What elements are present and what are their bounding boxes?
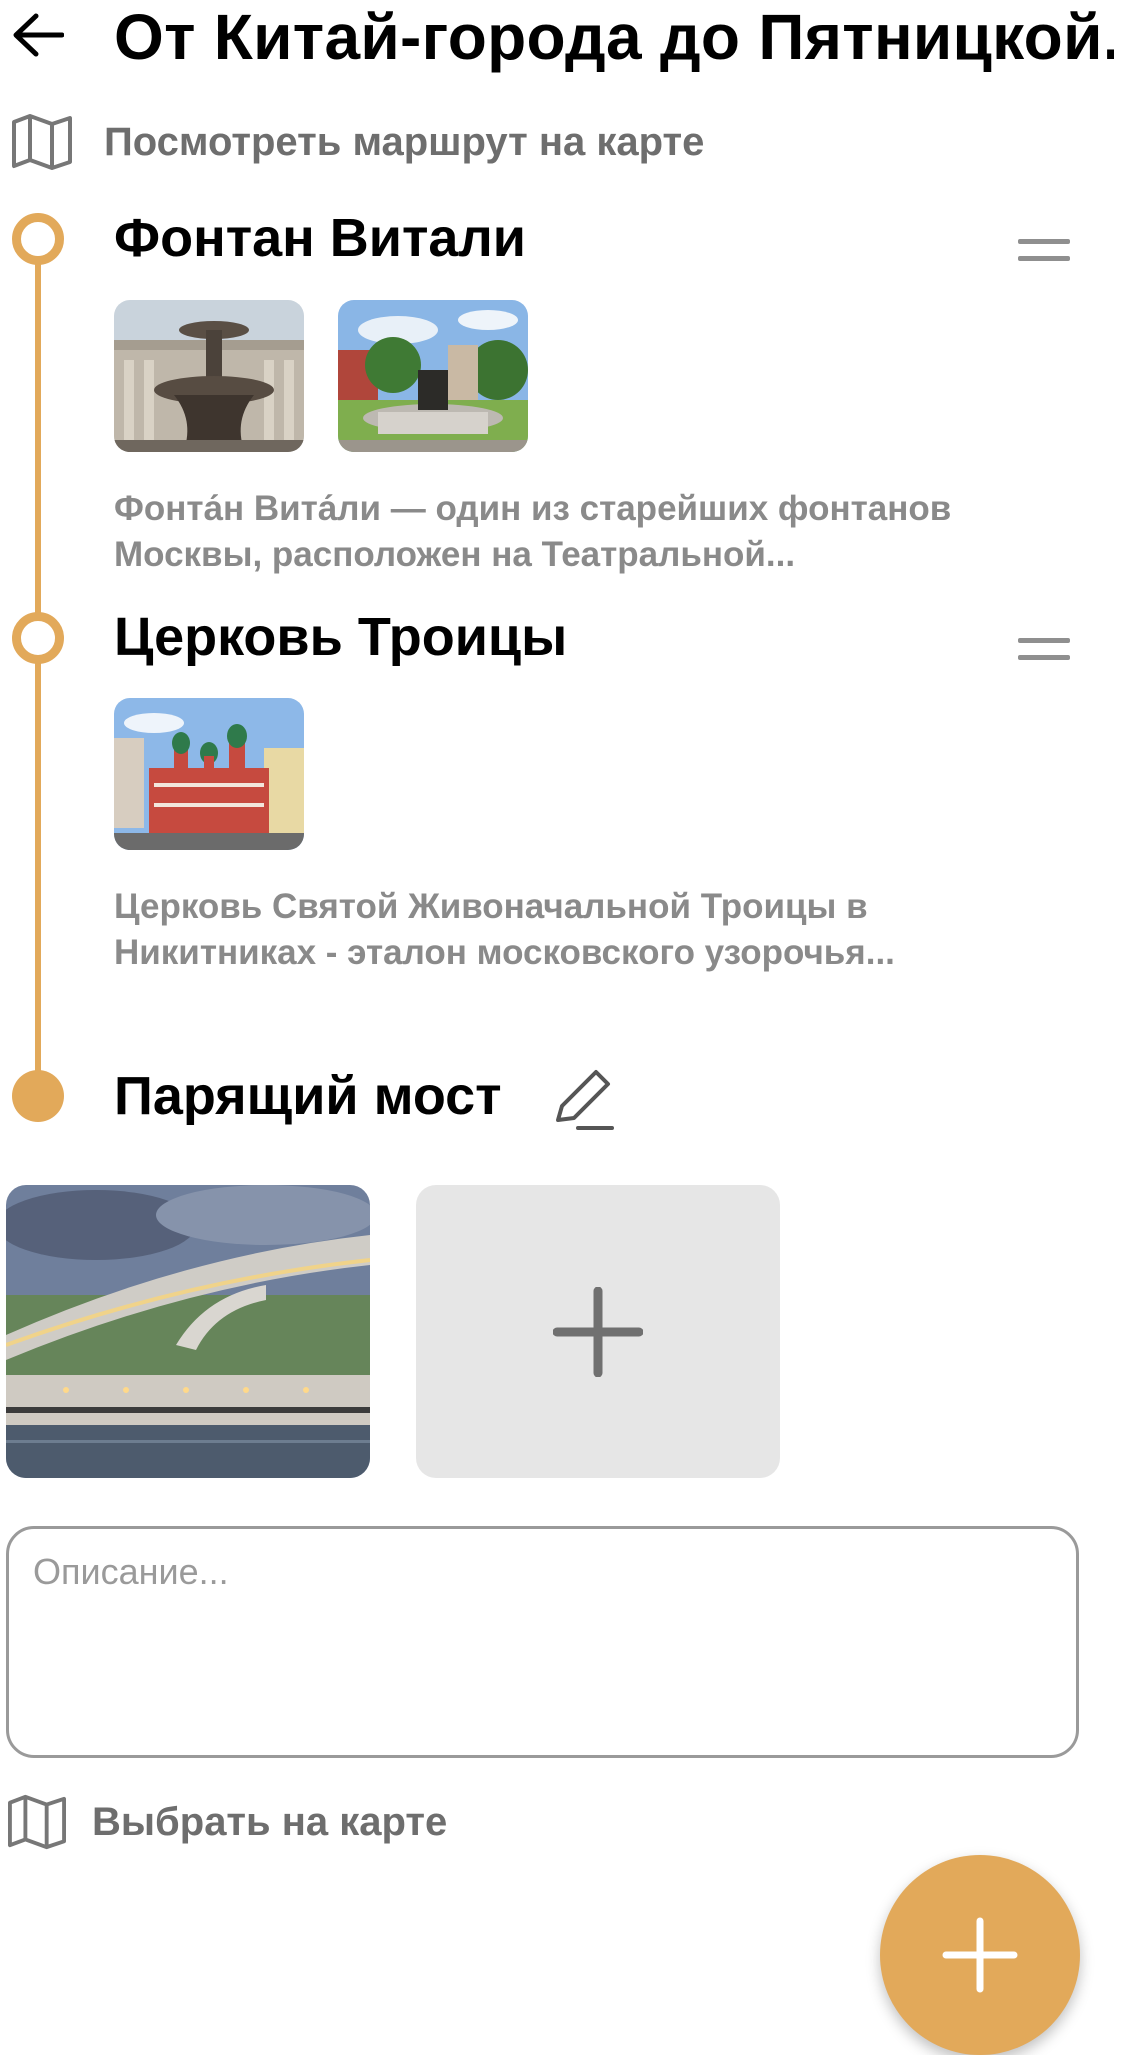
stop-photo[interactable]: [338, 300, 528, 452]
add-stop-fab[interactable]: [880, 1855, 1080, 2055]
back-button[interactable]: [8, 0, 68, 70]
fountain-photo-1: [114, 300, 304, 452]
stop-title: Парящий мост: [114, 1066, 502, 1126]
timeline-stop-marker: [12, 213, 64, 265]
bridge-photo: [6, 1185, 370, 1478]
drag-handle[interactable]: [1018, 634, 1070, 664]
description-input[interactable]: [6, 1526, 1079, 1758]
drag-handle[interactable]: [1018, 235, 1070, 265]
church-photo: [114, 698, 304, 850]
timeline-stop-marker: [12, 612, 64, 664]
arrow-left-icon: [13, 13, 64, 57]
stop-description: Церковь Святой Живоначальной Троицы в Ни…: [114, 884, 1014, 976]
stop-description-line: Фонта́н Вита́ли — один из старейших фонт…: [114, 489, 952, 528]
add-photo-button[interactable]: [416, 1185, 780, 1478]
plus-icon: [553, 1286, 643, 1377]
stop-photo[interactable]: [114, 300, 304, 452]
timeline-stop-marker-active: [12, 1070, 64, 1122]
plus-icon: [942, 1917, 1018, 1993]
stop-title: Церковь Троицы: [114, 607, 568, 667]
fountain-photo-2: [338, 300, 528, 452]
page-title: От Китай-города до Пятницкой...: [114, 1, 1114, 73]
stop-description: Фонта́н Вита́ли — один из старейших фонт…: [114, 486, 1014, 578]
map-icon: [8, 1794, 66, 1850]
stop-title: Фонтан Витали: [114, 208, 526, 268]
pencil-icon: [556, 1070, 614, 1130]
choose-on-map-label: Выбрать на карте: [92, 1799, 448, 1844]
stop-description-line: Никитниках - эталон московского узорочья…: [114, 933, 895, 972]
stop-description-line: Москвы, расположен на Театральной...: [114, 535, 796, 574]
map-icon: [12, 114, 72, 170]
edit-title-button[interactable]: [548, 1064, 618, 1134]
view-route-on-map-link[interactable]: Посмотреть маршрут на карте: [10, 112, 704, 172]
stop-photo[interactable]: [114, 698, 304, 850]
choose-on-map-link[interactable]: Выбрать на карте: [6, 1792, 447, 1852]
view-route-on-map-label: Посмотреть маршрут на карте: [104, 119, 705, 164]
stop-photo[interactable]: [6, 1185, 370, 1478]
stop-description-line: Церковь Святой Живоначальной Троицы в: [114, 887, 868, 926]
